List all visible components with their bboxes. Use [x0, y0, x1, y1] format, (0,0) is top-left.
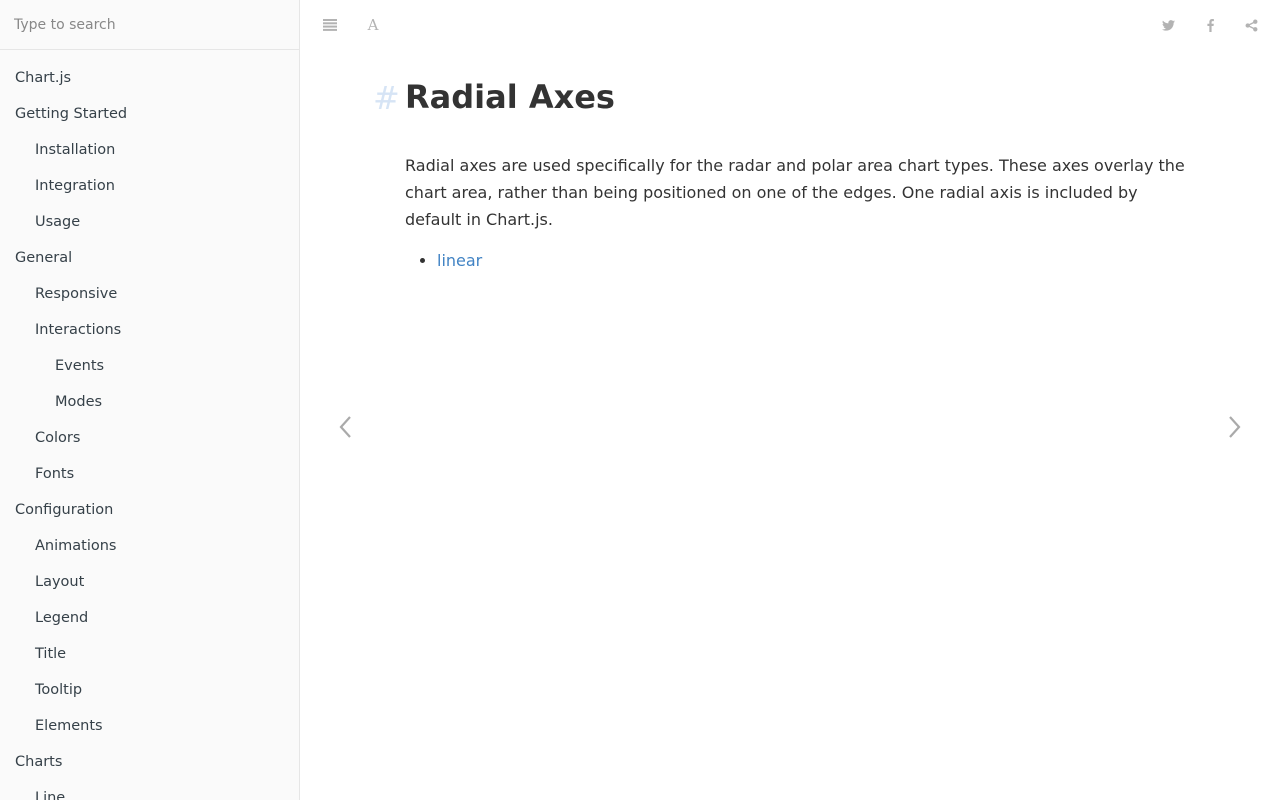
- page-paragraph: Radial axes are used specifically for th…: [405, 156, 1185, 229]
- sidebar-item-tooltip[interactable]: Tooltip: [0, 672, 299, 708]
- sidebar-item-charts[interactable]: Charts: [0, 744, 299, 780]
- sidebar-item-legend[interactable]: Legend: [0, 600, 299, 636]
- sidebar-item-elements[interactable]: Elements: [0, 708, 299, 744]
- sidebar-item-getting-started[interactable]: Getting Started: [0, 96, 299, 132]
- sidebar: Chart.js Getting Started Installation In…: [0, 0, 300, 800]
- sidebar-item-modes[interactable]: Modes: [0, 384, 299, 420]
- sidebar-item-colors[interactable]: Colors: [0, 420, 299, 456]
- link-linear[interactable]: linear: [437, 251, 482, 270]
- sidebar-nav: Chart.js Getting Started Installation In…: [0, 50, 299, 800]
- list-item: linear: [437, 247, 482, 274]
- font-settings-icon[interactable]: A: [363, 15, 383, 35]
- twitter-icon[interactable]: [1158, 15, 1178, 35]
- sidebar-item-title[interactable]: Title: [0, 636, 299, 672]
- share-icon[interactable]: [1241, 15, 1261, 35]
- page-header: A: [300, 0, 1280, 50]
- sidebar-item-layout[interactable]: Layout: [0, 564, 299, 600]
- sidebar-item-responsive[interactable]: Responsive: [0, 276, 299, 312]
- prev-page-arrow-icon[interactable]: [330, 410, 360, 444]
- axis-type-list: linear: [405, 247, 482, 274]
- page-title: Radial Axes: [405, 78, 615, 116]
- sidebar-item-events[interactable]: Events: [0, 348, 299, 384]
- search-input[interactable]: [14, 16, 284, 33]
- sidebar-item-line[interactable]: Line: [0, 780, 299, 800]
- sidebar-item-installation[interactable]: Installation: [0, 132, 299, 168]
- sidebar-item-fonts[interactable]: Fonts: [0, 456, 299, 492]
- menu-icon[interactable]: [320, 15, 340, 35]
- sidebar-item-chartjs[interactable]: Chart.js: [0, 60, 299, 96]
- sidebar-item-integration[interactable]: Integration: [0, 168, 299, 204]
- next-page-arrow-icon[interactable]: [1220, 410, 1250, 444]
- sidebar-item-general[interactable]: General: [0, 240, 299, 276]
- facebook-icon[interactable]: [1200, 15, 1220, 35]
- sidebar-item-configuration[interactable]: Configuration: [0, 492, 299, 528]
- sidebar-item-usage[interactable]: Usage: [0, 204, 299, 240]
- search-bar: [0, 0, 299, 50]
- heading-anchor-link[interactable]: #: [373, 78, 400, 118]
- sidebar-item-interactions[interactable]: Interactions: [0, 312, 299, 348]
- sidebar-item-animations[interactable]: Animations: [0, 528, 299, 564]
